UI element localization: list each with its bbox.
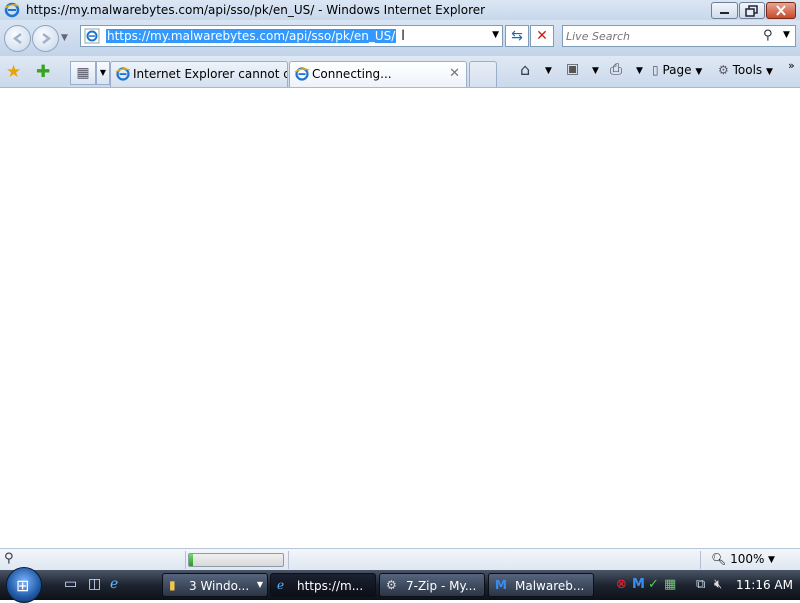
restore-button[interactable]: [739, 2, 765, 19]
switch-windows-icon[interactable]: ◫: [88, 576, 101, 592]
print-dropdown-icon[interactable]: ▼: [636, 66, 643, 76]
search-options-dropdown-icon[interactable]: ▼: [783, 30, 790, 40]
feeds-dropdown-icon[interactable]: ▼: [592, 66, 599, 76]
task-label: Malwareb...: [515, 579, 585, 593]
address-bar[interactable]: https://my.malwarebytes.com/api/sso/pk/e…: [80, 25, 503, 47]
minimize-icon: [720, 12, 729, 14]
page-icon: ▯: [652, 63, 659, 77]
zoom-value: 100%: [730, 552, 765, 566]
close-tab-icon[interactable]: ✕: [449, 66, 460, 81]
status-divider: [700, 551, 701, 569]
back-button[interactable]: [4, 25, 31, 52]
magnifier-icon: ⚲: [4, 551, 14, 566]
address-dropdown-icon[interactable]: ▼: [492, 30, 499, 40]
add-favorites-icon[interactable]: ✚: [36, 62, 50, 82]
home-icon[interactable]: ⌂: [520, 60, 530, 79]
malwarebytes-icon: M: [495, 578, 507, 592]
title-bar: https://my.malwarebytes.com/api/sso/pk/e…: [0, 0, 800, 20]
zoom-icon: 🔍︎: [711, 552, 727, 566]
feeds-icon[interactable]: ▣: [566, 61, 579, 77]
taskbar-item-folders[interactable]: ▮ 3 Windo... ▼: [162, 573, 268, 597]
loading-progress-bar: [188, 553, 284, 567]
chevron-down-icon: ▼: [256, 580, 263, 589]
tools-menu-label: Tools: [732, 63, 763, 77]
quick-tabs-icon: ▦: [76, 65, 90, 81]
clock[interactable]: 11:16 AM: [736, 578, 793, 592]
task-label: https://m...: [297, 579, 364, 593]
url-text[interactable]: https://my.malwarebytes.com/api/sso/pk/e…: [106, 29, 397, 43]
search-icon[interactable]: ⚲: [763, 28, 773, 43]
folder-icon: ▮: [169, 578, 176, 592]
text-cursor-icon: I: [401, 28, 406, 44]
chevron-down-icon: ▼: [695, 67, 703, 77]
security-alert-icon[interactable]: ⊗: [616, 577, 627, 592]
volume-muted-icon[interactable]: 🔇︎: [714, 577, 722, 592]
refresh-button[interactable]: ⇆: [505, 25, 529, 47]
print-icon[interactable]: ⎙: [610, 60, 622, 78]
stop-button[interactable]: ✕: [530, 25, 554, 47]
ie-icon: [115, 67, 131, 81]
new-tab-button[interactable]: [469, 61, 497, 87]
page-menu-button[interactable]: ▯ Page ▼: [652, 63, 702, 77]
page-content: [0, 89, 800, 548]
tools-menu-button[interactable]: ⚙ Tools ▼: [718, 63, 773, 77]
taskbar-item-7zip[interactable]: ⚙ 7-Zip - My...: [379, 573, 485, 597]
tab-bar: ★ ✚ ▦ ▼ Internet Explorer cannot di... C…: [0, 56, 800, 88]
home-dropdown-icon[interactable]: ▼: [545, 66, 552, 76]
page-menu-label: Page: [662, 63, 692, 77]
zoom-level[interactable]: 🔍︎ 100%: [711, 552, 764, 566]
close-icon: [776, 5, 786, 16]
gear-icon: ⚙: [718, 63, 729, 77]
more-commands-chevron-icon[interactable]: »: [788, 59, 795, 72]
chevron-down-icon: ▼: [765, 67, 773, 77]
start-button[interactable]: ⊞: [6, 567, 42, 603]
back-arrow-icon: [12, 33, 22, 44]
taskbar-item-malwarebytes[interactable]: M Malwareb...: [488, 573, 594, 597]
favorites-star-icon[interactable]: ★: [6, 62, 21, 82]
status-bar: ⚲ 🔍︎ 100% ▼: [0, 548, 800, 570]
taskbar-item-ie[interactable]: ℯ https://m...: [270, 573, 376, 597]
navigation-bar: ▼ https://my.malwarebytes.com/api/sso/pk…: [0, 20, 800, 56]
ie-icon: ℯ: [277, 578, 285, 592]
refresh-icon: ⇆: [511, 28, 523, 44]
ie-icon: [4, 2, 20, 18]
window-title: https://my.malwarebytes.com/api/sso/pk/e…: [26, 3, 486, 17]
check-icon[interactable]: ✓: [648, 577, 659, 592]
tab-list-dropdown[interactable]: ▼: [96, 61, 110, 85]
forward-arrow-icon: [42, 33, 52, 44]
ie-quicklaunch-icon[interactable]: ℯ: [110, 576, 118, 592]
taskbar: ⊞ ▭ ◫ ℯ ▮ 3 Windo... ▼ ℯ https://m... ⚙ …: [0, 567, 800, 603]
status-divider: [288, 551, 289, 569]
tab-label: Internet Explorer cannot di...: [133, 67, 287, 81]
zoom-dropdown-icon[interactable]: ▼: [768, 555, 775, 565]
restore-icon: [745, 5, 758, 17]
ie-icon: [294, 67, 310, 81]
quick-tabs-button[interactable]: ▦: [70, 61, 96, 85]
tab-error-page[interactable]: Internet Explorer cannot di...: [110, 61, 288, 87]
windows-update-icon[interactable]: ▦: [664, 577, 676, 592]
tab-label: Connecting...: [312, 67, 392, 81]
show-desktop-icon[interactable]: ▭: [64, 576, 77, 592]
close-window-button[interactable]: [766, 2, 796, 19]
chevron-down-icon: ▼: [99, 68, 107, 77]
stop-icon: ✕: [536, 28, 548, 44]
status-divider: [185, 551, 186, 569]
network-icon[interactable]: ⧉: [696, 577, 705, 592]
7zip-icon: ⚙: [386, 578, 397, 592]
minimize-button[interactable]: [711, 2, 738, 19]
malwarebytes-tray-icon[interactable]: M: [632, 577, 645, 592]
tab-connecting[interactable]: Connecting... ✕: [289, 61, 467, 87]
search-input[interactable]: [566, 28, 756, 44]
windows-logo-icon: ⊞: [16, 576, 30, 595]
forward-button[interactable]: [32, 25, 59, 52]
system-tray: ⊗ M ✓ ▦ ⧉ 🔇︎ 11:16 AM: [608, 572, 800, 598]
task-label: 7-Zip - My...: [406, 579, 477, 593]
search-box[interactable]: ⚲ ▼: [562, 25, 796, 47]
task-label: 3 Windo...: [189, 579, 250, 593]
progress-fill: [189, 554, 193, 566]
page-ie-icon: [84, 28, 100, 44]
recent-pages-dropdown-icon[interactable]: ▼: [61, 33, 68, 43]
